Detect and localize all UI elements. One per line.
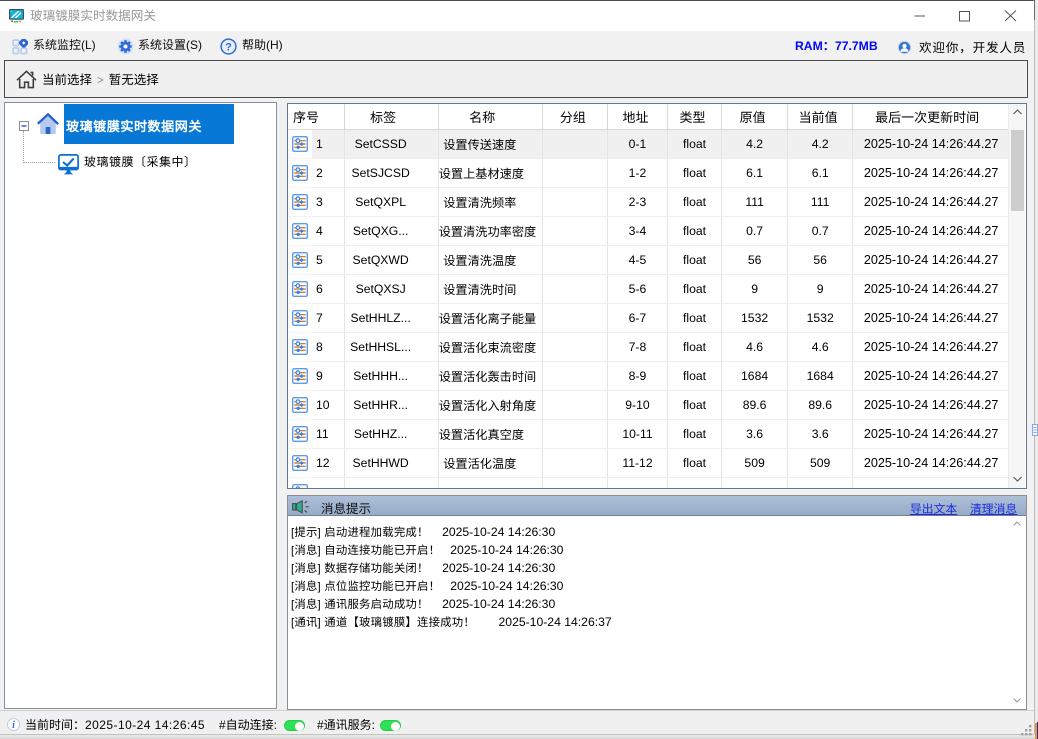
- svg-text:i: i: [12, 720, 15, 731]
- svg-text:?: ?: [225, 41, 232, 53]
